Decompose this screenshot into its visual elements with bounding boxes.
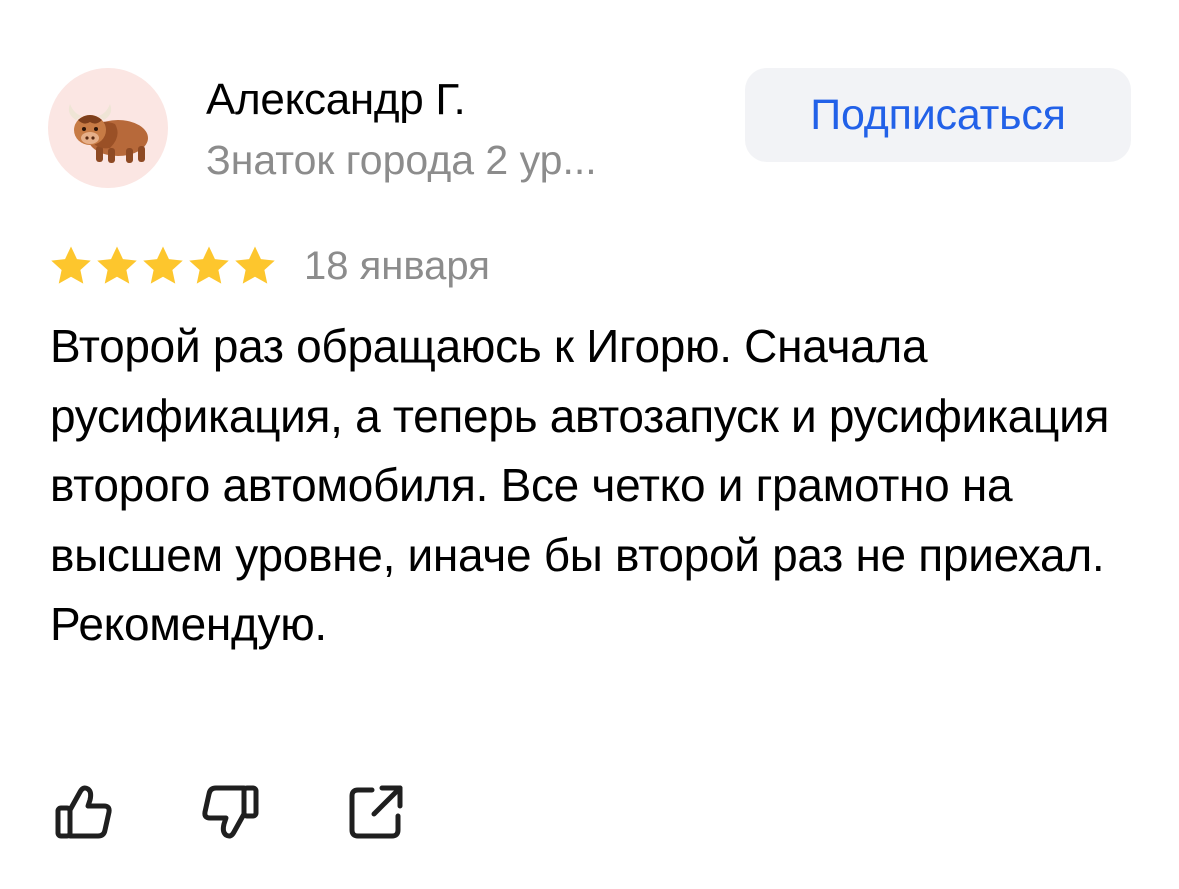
review-date: 18 января — [304, 244, 490, 288]
star-icon — [143, 246, 183, 284]
star-icon — [189, 246, 229, 284]
thumbs-down-icon — [202, 785, 259, 839]
yak-emoji-icon — [68, 104, 148, 163]
star-rating — [48, 243, 278, 289]
share-icon — [349, 785, 403, 839]
author-level: Знаток города 2 ур... — [206, 137, 597, 183]
star-icon — [97, 246, 137, 284]
author-name[interactable]: Александр Г. — [206, 72, 466, 128]
star-icon — [51, 246, 91, 284]
thumbs-up-icon — [55, 785, 112, 839]
like-button[interactable] — [52, 780, 116, 844]
avatar[interactable] — [48, 68, 168, 188]
share-button[interactable] — [344, 780, 408, 844]
review-text: Второй раз обращаюсь к Игорю. Сначала ру… — [50, 320, 1110, 650]
review-actions — [52, 780, 490, 844]
star-icon — [235, 246, 275, 284]
dislike-button[interactable] — [198, 780, 262, 844]
subscribe-button[interactable]: Подписаться — [745, 68, 1131, 162]
rating-row: 18 января — [48, 238, 490, 294]
